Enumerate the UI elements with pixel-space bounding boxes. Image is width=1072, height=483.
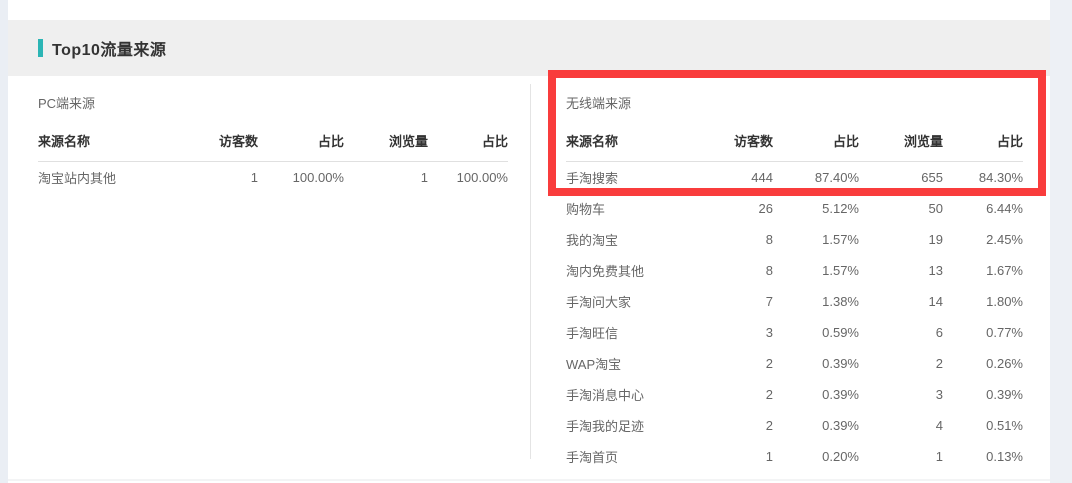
cell-value: 3 [685, 325, 773, 340]
cell-value: 1 [344, 170, 428, 185]
cell-source-name: 手淘首页 [566, 447, 685, 466]
wireless-sources-table: 无线端来源 来源名称 访客数 占比 浏览量 占比 手淘搜索44487.40%65… [531, 76, 1050, 479]
cell-value: 100.00% [258, 170, 344, 185]
cell-value: 0.77% [943, 325, 1023, 340]
cell-value: 0.39% [773, 418, 859, 433]
column-header-source-name: 来源名称 [566, 131, 685, 150]
cell-value: 1 [859, 449, 943, 464]
cell-value: 5.12% [773, 201, 859, 216]
cell-value: 50 [859, 201, 943, 216]
cell-value: 3 [859, 387, 943, 402]
column-header-pageviews: 浏览量 [859, 131, 943, 150]
cell-value: 0.39% [943, 387, 1023, 402]
cell-value: 0.51% [943, 418, 1023, 433]
table-row: 手淘首页10.20%10.13% [566, 441, 1023, 472]
cell-value: 19 [859, 232, 943, 247]
table-row: 手淘消息中心20.39%30.39% [566, 379, 1023, 410]
pc-sources-table: PC端来源 来源名称 访客数 占比 浏览量 占比 淘宝站内其他1100.00%1… [8, 76, 530, 479]
table-row: 手淘问大家71.38%141.80% [566, 286, 1023, 317]
cell-value: 4 [859, 418, 943, 433]
cell-value: 100.00% [428, 170, 508, 185]
cell-value: 6 [859, 325, 943, 340]
cell-value: 1.38% [773, 294, 859, 309]
cell-value: 87.40% [773, 170, 859, 185]
cell-value: 1.67% [943, 263, 1023, 278]
cell-source-name: 淘宝站内其他 [38, 168, 170, 187]
cell-value: 8 [685, 232, 773, 247]
column-header-visitors: 访客数 [685, 131, 773, 150]
cell-source-name: WAP淘宝 [566, 354, 685, 373]
cell-value: 2 [685, 418, 773, 433]
cell-source-name: 购物车 [566, 199, 685, 218]
cell-value: 0.39% [773, 387, 859, 402]
page-left-gutter [0, 0, 8, 483]
table-row: 购物车265.12%506.44% [566, 193, 1023, 224]
cell-source-name: 淘内免费其他 [566, 261, 685, 280]
section-header-band: Top10流量来源 [8, 20, 1050, 76]
cell-value: 84.30% [943, 170, 1023, 185]
cell-source-name: 我的淘宝 [566, 230, 685, 249]
section-title: Top10流量来源 [52, 36, 166, 60]
cell-value: 2 [685, 356, 773, 371]
wireless-table-header-row: 来源名称 访客数 占比 浏览量 占比 [566, 131, 1023, 162]
cell-source-name: 手淘消息中心 [566, 385, 685, 404]
cell-value: 0.39% [773, 356, 859, 371]
column-header-share: 占比 [258, 131, 344, 150]
pc-table-header-row: 来源名称 访客数 占比 浏览量 占比 [38, 131, 508, 162]
column-header-share2: 占比 [428, 131, 508, 150]
cell-value: 26 [685, 201, 773, 216]
page-right-gutter [1050, 0, 1072, 483]
table-row: 手淘搜索44487.40%65584.30% [566, 162, 1023, 193]
cell-value: 8 [685, 263, 773, 278]
cell-value: 1 [170, 170, 258, 185]
cell-value: 0.20% [773, 449, 859, 464]
cell-value: 0.26% [943, 356, 1023, 371]
cell-value: 1 [685, 449, 773, 464]
traffic-sources-page: { "page": { "section_title": "Top10流量来源"… [0, 0, 1072, 483]
cell-value: 2 [685, 387, 773, 402]
cell-value: 2 [859, 356, 943, 371]
column-header-visitors: 访客数 [170, 131, 258, 150]
column-header-source-name: 来源名称 [38, 131, 170, 150]
column-header-share: 占比 [773, 131, 859, 150]
cell-value: 14 [859, 294, 943, 309]
table-row: 手淘旺信30.59%60.77% [566, 317, 1023, 348]
cell-value: 2.45% [943, 232, 1023, 247]
cell-value: 6.44% [943, 201, 1023, 216]
wireless-table-body: 手淘搜索44487.40%65584.30%购物车265.12%506.44%我… [566, 162, 1023, 472]
accent-bar [38, 39, 43, 57]
cell-value: 1.80% [943, 294, 1023, 309]
cell-value: 1.57% [773, 263, 859, 278]
pc-table-title: PC端来源 [38, 93, 508, 112]
cell-value: 7 [685, 294, 773, 309]
cell-value: 13 [859, 263, 943, 278]
cell-value: 0.59% [773, 325, 859, 340]
table-row: 我的淘宝81.57%192.45% [566, 224, 1023, 255]
cell-source-name: 手淘我的足迹 [566, 416, 685, 435]
cell-value: 0.13% [943, 449, 1023, 464]
table-row: WAP淘宝20.39%20.26% [566, 348, 1023, 379]
cell-source-name: 手淘旺信 [566, 323, 685, 342]
wireless-table-title: 无线端来源 [566, 93, 1023, 112]
table-row: 淘宝站内其他1100.00%1100.00% [38, 162, 508, 193]
traffic-sources-card: PC端来源 来源名称 访客数 占比 浏览量 占比 淘宝站内其他1100.00%1… [8, 76, 1050, 481]
cell-value: 655 [859, 170, 943, 185]
cell-value: 444 [685, 170, 773, 185]
cell-value: 1.57% [773, 232, 859, 247]
table-row: 手淘我的足迹20.39%40.51% [566, 410, 1023, 441]
table-row: 淘内免费其他81.57%131.67% [566, 255, 1023, 286]
cell-source-name: 手淘问大家 [566, 292, 685, 311]
content-area: Top10流量来源 PC端来源 来源名称 访客数 占比 浏览量 占比 淘宝站内其… [8, 0, 1050, 483]
column-header-share2: 占比 [943, 131, 1023, 150]
column-header-pageviews: 浏览量 [344, 131, 428, 150]
cell-source-name: 手淘搜索 [566, 168, 685, 187]
pc-table-body: 淘宝站内其他1100.00%1100.00% [38, 162, 508, 193]
